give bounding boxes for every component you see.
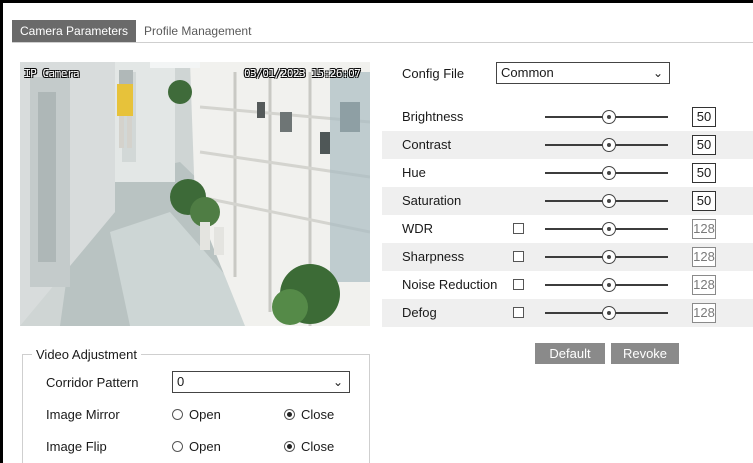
tab-profile-management[interactable]: Profile Management xyxy=(136,20,260,42)
revoke-button[interactable]: Revoke xyxy=(611,343,679,364)
tab-camera-parameters[interactable]: Camera Parameters xyxy=(12,20,137,42)
param-row-noise-reduction: Noise Reduction 128 xyxy=(382,271,753,299)
param-slider-thumb[interactable] xyxy=(601,194,616,208)
param-enable-checkbox[interactable] xyxy=(513,251,524,262)
image-flip-open-radio[interactable] xyxy=(172,441,183,452)
timestamp-overlay: 03/01/2023 15:26:07 xyxy=(244,67,361,80)
param-row-brightness: Brightness 50 xyxy=(382,103,753,131)
param-value-input[interactable]: 128 xyxy=(692,275,716,295)
video-adjustment-legend: Video Adjustment xyxy=(32,347,141,362)
param-value-input[interactable]: 50 xyxy=(692,107,716,127)
param-slider-thumb[interactable] xyxy=(601,138,616,152)
param-value-input[interactable]: 128 xyxy=(692,247,716,267)
image-mirror-open-label: Open xyxy=(189,407,221,422)
image-flip-close-radio[interactable] xyxy=(284,441,295,452)
image-flip-label: Image Flip xyxy=(46,439,107,454)
config-file-select[interactable]: Common ⌄ xyxy=(496,62,670,84)
chevron-down-icon: ⌄ xyxy=(332,375,343,389)
image-mirror-close-radio[interactable] xyxy=(284,409,295,420)
param-row-hue: Hue 50 xyxy=(382,159,753,187)
config-file-row: Config File Common ⌄ xyxy=(382,60,753,88)
param-label: Brightness xyxy=(402,109,464,124)
param-enable-checkbox[interactable] xyxy=(513,307,524,318)
image-mirror-close-label: Close xyxy=(301,407,335,422)
param-label: WDR xyxy=(402,221,434,236)
param-slider-thumb[interactable] xyxy=(601,222,616,236)
param-label: Contrast xyxy=(402,137,452,152)
param-label: Defog xyxy=(402,305,437,320)
param-row-contrast: Contrast 50 xyxy=(382,131,753,159)
param-slider-thumb[interactable] xyxy=(601,166,616,180)
param-label: Hue xyxy=(402,165,426,180)
corridor-pattern-select[interactable]: 0 ⌄ xyxy=(172,371,350,393)
image-flip-close-label: Close xyxy=(301,439,335,454)
live-preview: IP Camera 03/01/2023 15:26:07 xyxy=(20,62,370,326)
image-mirror-open-radio[interactable] xyxy=(172,409,183,420)
param-label: Sharpness xyxy=(402,249,465,264)
config-file-label: Config File xyxy=(402,66,465,81)
param-slider-thumb[interactable] xyxy=(601,250,616,264)
param-value-input[interactable]: 50 xyxy=(692,135,716,155)
param-value-input[interactable]: 50 xyxy=(692,163,716,183)
image-mirror-label: Image Mirror xyxy=(46,407,120,422)
param-label: Saturation xyxy=(402,193,462,208)
param-slider-thumb[interactable] xyxy=(601,110,616,124)
param-row-wdr: WDR 128 xyxy=(382,215,753,243)
param-label: Noise Reduction xyxy=(402,277,498,292)
image-flip-open-label: Open xyxy=(189,439,221,454)
default-button[interactable]: Default xyxy=(535,343,605,364)
param-row-saturation: Saturation 50 xyxy=(382,187,753,215)
param-value-input[interactable]: 128 xyxy=(692,219,716,239)
tab-bar: Camera Parameters Profile Management xyxy=(12,20,260,42)
param-row-defog: Defog 128 xyxy=(382,299,753,327)
config-file-value: Common xyxy=(501,65,554,80)
param-enable-checkbox[interactable] xyxy=(513,279,524,290)
param-slider-thumb[interactable] xyxy=(601,306,616,320)
camera-name-overlay: IP Camera xyxy=(24,67,80,80)
chevron-down-icon: ⌄ xyxy=(652,66,663,80)
param-value-input[interactable]: 128 xyxy=(692,303,716,323)
corridor-pattern-label: Corridor Pattern xyxy=(46,375,139,390)
param-value-input[interactable]: 50 xyxy=(692,191,716,211)
tab-divider xyxy=(12,42,753,43)
window-left-border xyxy=(0,0,3,463)
corridor-pattern-value: 0 xyxy=(177,374,185,389)
param-enable-checkbox[interactable] xyxy=(513,223,524,234)
window-top-border xyxy=(0,0,753,6)
camera-scene-image xyxy=(20,62,370,326)
param-row-sharpness: Sharpness 128 xyxy=(382,243,753,271)
param-slider-thumb[interactable] xyxy=(601,278,616,292)
